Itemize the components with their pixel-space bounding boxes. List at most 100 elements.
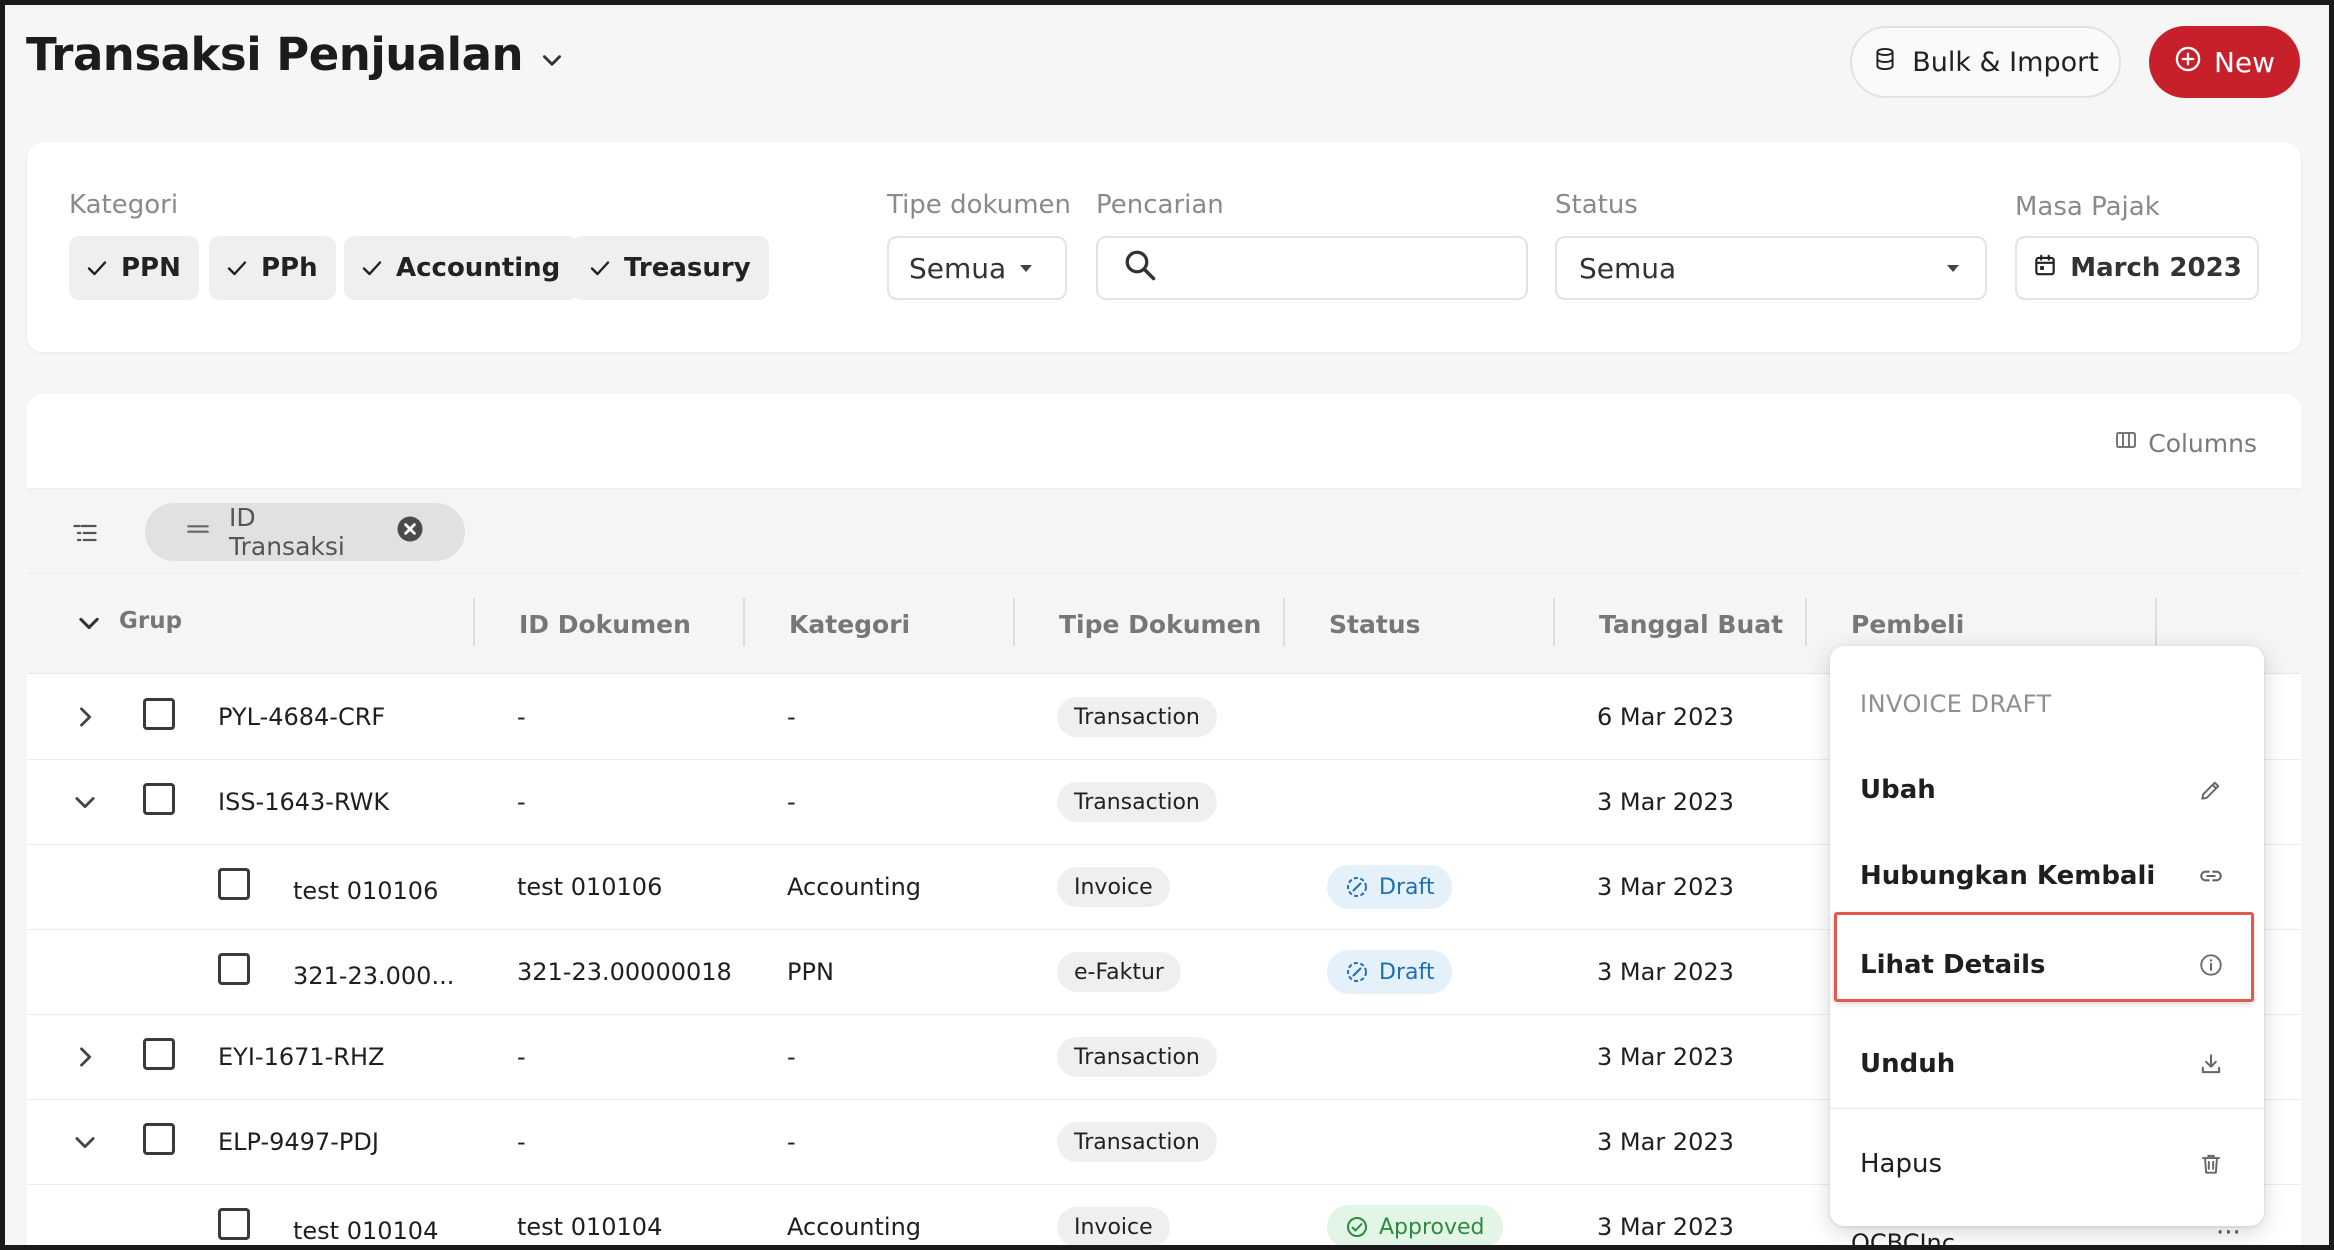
header-status[interactable]: Status [1329,610,1420,639]
tipe-badge: Transaction [1057,1037,1217,1077]
tipe-badge: Invoice [1057,867,1170,907]
cell-group: 321-23.000... [293,962,455,990]
tipe-dokumen-select[interactable]: Semua [887,236,1067,300]
plus-circle-icon [2174,45,2202,80]
status-label: Draft [1379,959,1435,985]
menu-divider [1830,1108,2264,1109]
column-resizer[interactable] [1805,598,1807,646]
info-icon [2200,954,2222,976]
column-resizer[interactable] [1553,598,1555,646]
close-circle-icon[interactable] [395,514,425,550]
bulk-import-button[interactable]: Bulk & Import [1850,26,2121,98]
cell-kategori: - [787,1043,796,1071]
chevron-right-icon[interactable] [71,1043,99,1071]
column-resizer[interactable] [2155,598,2157,646]
search-input[interactable] [1096,236,1528,300]
header-tanggal-buat[interactable]: Tanggal Buat [1599,610,1783,639]
cell-group: test 010106 [293,877,439,905]
menu-item-label: Lihat Details [1860,950,2046,980]
check-circle-icon [1347,1217,1367,1237]
tipe-dokumen-value: Semua [909,251,1007,285]
header-id-dokumen[interactable]: ID Dokumen [519,610,691,639]
columns-button[interactable]: Columns [2114,428,2257,458]
cell-kategori: - [787,788,796,816]
cell-id-dokumen: - [517,703,526,731]
menu-item-unduh[interactable]: Unduh [1830,1022,2264,1106]
cell-id-dokumen: - [517,1043,526,1071]
cell-group: EYI-1671-RHZ [218,1043,385,1071]
row-checkbox[interactable] [218,953,250,985]
chevron-down-icon [539,48,565,74]
page-title-dropdown[interactable]: Transaksi Penjualan [26,28,565,81]
caret-down-icon [1947,264,1959,272]
chevron-down-icon[interactable] [75,610,103,642]
columns-label: Columns [2148,428,2257,458]
column-resizer[interactable] [1013,598,1015,646]
new-label: New [2213,45,2276,79]
calendar-icon [2032,252,2058,285]
cell-tanggal: 3 Mar 2023 [1597,958,1734,986]
chip-pph[interactable]: PPh [209,236,336,300]
status-select[interactable]: Semua [1555,236,1987,300]
masa-pajak-picker[interactable]: March 2023 [2015,236,2259,300]
tipe-badge: Transaction [1057,1122,1217,1162]
chip-label: Accounting [396,253,561,283]
row-checkbox[interactable] [143,1123,175,1155]
chip-label: PPh [261,253,318,283]
column-resizer[interactable] [743,598,745,646]
cell-id-dokumen: - [517,788,526,816]
column-resizer[interactable] [473,598,475,646]
tipe-badge: e-Faktur [1057,952,1181,992]
row-checkbox[interactable] [143,783,175,815]
header-pembeli[interactable]: Pembeli [1851,610,1964,639]
tipe-badge: Transaction [1057,782,1217,822]
filter-panel: Kategori PPN PPh Accounting Treasury Tip… [27,142,2301,352]
menu-item-lihat-details[interactable]: Lihat Details [1830,920,2264,1010]
cell-tanggal: 3 Mar 2023 [1597,1213,1734,1241]
menu-item-ubah[interactable]: Ubah [1830,748,2264,832]
page-title: Transaksi Penjualan [26,28,524,81]
chip-accounting[interactable]: Accounting [344,236,579,300]
cell-tanggal: 3 Mar 2023 [1597,1128,1734,1156]
pencarian-label: Pencarian [1096,190,1224,220]
cell-group: ELP-9497-PDJ [218,1128,379,1156]
tipe-dokumen-label: Tipe dokumen [887,190,1072,220]
draft-icon [1347,877,1367,897]
database-icon [1872,46,1898,79]
menu-item-hapus[interactable]: Hapus [1830,1122,2264,1206]
chip-label: Treasury [624,253,751,283]
header-grup[interactable]: Grup [119,608,182,634]
chevron-down-icon[interactable] [71,1128,99,1156]
row-checkbox[interactable] [218,1208,250,1240]
new-button[interactable]: New [2149,26,2300,98]
link-icon [2200,870,2222,882]
menu-item-label: Hubungkan Kembali [1860,861,2156,891]
cell-kategori: - [787,703,796,731]
header-tipe-dokumen[interactable]: Tipe Dokumen [1059,610,1261,639]
status-value: Semua [1579,251,1677,285]
drag-handle-icon[interactable] [185,516,211,548]
menu-item-hubungkan-kembali[interactable]: Hubungkan Kembali [1830,834,2264,918]
chevron-down-icon[interactable] [71,788,99,816]
masa-pajak-label: Masa Pajak [2015,192,2160,222]
masa-pajak-value: March 2023 [2070,253,2242,283]
cell-group: ISS-1643-RWK [218,788,390,816]
row-checkbox[interactable] [218,868,250,900]
columns-icon [2114,428,2138,458]
chip-ppn[interactable]: PPN [69,236,199,300]
chip-treasury[interactable]: Treasury [572,236,769,300]
tipe-badge: Transaction [1057,697,1217,737]
status-label: Approved [1379,1214,1485,1240]
cell-group: PYL-4684-CRF [218,703,386,731]
row-checkbox[interactable] [143,698,175,730]
chevron-right-icon[interactable] [71,703,99,731]
cell-pembeli: OCBCInc [1851,1229,1955,1250]
group-chip-label: ID Transaksi [229,503,345,561]
column-resizer[interactable] [1283,598,1285,646]
group-list-icon[interactable] [71,519,99,551]
status-label: Status [1555,190,1638,220]
header-kategori[interactable]: Kategori [789,610,910,639]
row-checkbox[interactable] [143,1038,175,1070]
cell-id-dokumen: 321-23.00000018 [517,958,732,986]
bulk-import-label: Bulk & Import [1912,46,2099,78]
